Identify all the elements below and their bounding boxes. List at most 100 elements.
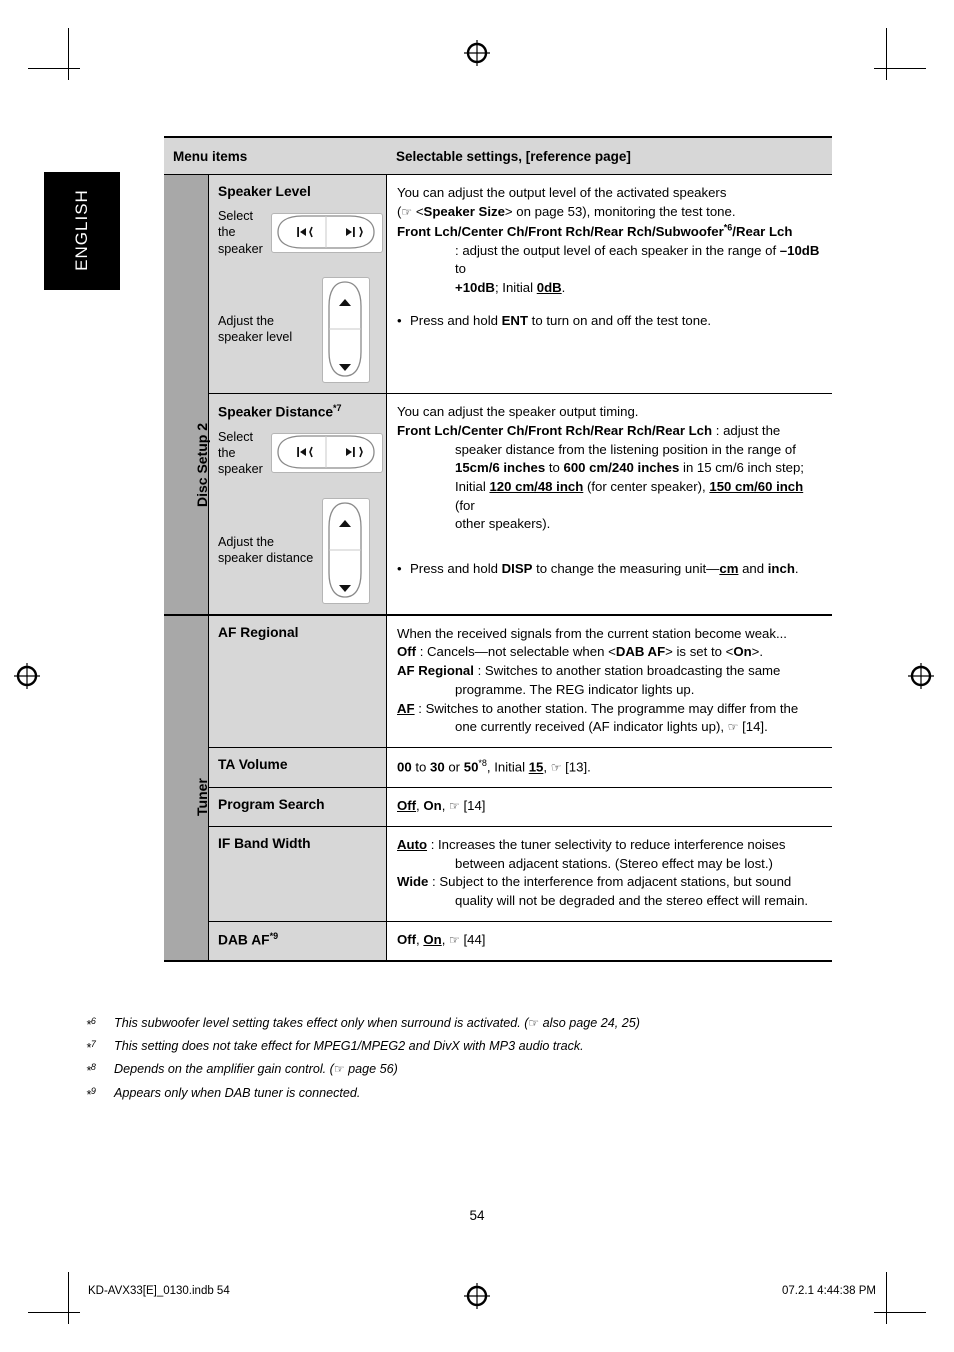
page-number: 54 [469, 1208, 485, 1223]
setting-line: Front Lch/Center Ch/Front Rch/Rear Rch/R… [397, 422, 781, 438]
crop-mark-bl-h [28, 1312, 80, 1313]
section-label-tuner-text: Tuner [194, 777, 210, 816]
setting-line: Auto : Increases the tuner selectivity t… [397, 837, 786, 853]
control-label: Select the speaker [218, 429, 263, 477]
crop-mark-tr-v [886, 28, 887, 80]
footer-timestamp: 07.2.1 4:44:38 PM [782, 1285, 876, 1297]
section-label-tuner: Tuner [164, 615, 210, 960]
registration-mark-top [464, 40, 490, 66]
registration-mark-right [908, 663, 934, 689]
section-tuner: Tuner AF Regional When the received sign… [164, 615, 832, 962]
bullet-dot: • [397, 561, 402, 577]
footer-file-info: KD-AVX33[E]_0130.indb 54 [88, 1285, 230, 1297]
menu-item-name: Program Search [218, 797, 325, 813]
setting-line: speaker distance from the listening posi… [455, 441, 796, 457]
setting-line: Off, On, ☞ [44] [397, 931, 486, 947]
note-bullet: • Press and hold DISP to change the meas… [397, 560, 826, 579]
crop-mark-br-h [874, 1312, 926, 1313]
footnotes: *6 This subwoofer level setting takes ef… [86, 1015, 846, 1108]
setting-line: 15cm/6 inches to 600 cm/240 inches in 15… [455, 460, 804, 476]
setting-line: AF Regional : Switches to another statio… [397, 663, 781, 679]
row-label-cell: DAB AF*9 [209, 921, 387, 960]
table-row-speaker-distance: Speaker Distance*7 Select the speaker Ad… [209, 394, 832, 614]
footnote-item: *7 This setting does not take effect for… [86, 1038, 846, 1057]
menu-item-name: DAB AF*9 [218, 930, 279, 948]
row-settings-cell: Auto : Increases the tuner selectivity t… [387, 827, 832, 921]
menu-item-name: AF Regional [218, 624, 299, 640]
row-settings-cell: You can adjust the speaker output timing… [387, 394, 832, 614]
left-right-rocker-icon[interactable] [270, 433, 383, 474]
setting-line: other speakers). [455, 516, 551, 532]
footnote-marker: *9 [86, 1085, 96, 1102]
crop-mark-bl-v [68, 1272, 69, 1324]
setting-line: Initial 120 cm/48 inch (for center speak… [455, 479, 804, 513]
setting-line: Off, On, ☞ [14] [397, 798, 486, 814]
section-label-disc-setup-2: Disc Setup 2 [164, 175, 210, 614]
row-label-cell: Speaker Level Select the speaker Adjust … [209, 175, 387, 394]
left-right-rocker-icon[interactable] [270, 212, 383, 253]
control-select-speaker: Select the speaker [218, 429, 383, 478]
control-label: Adjust the speaker distance [218, 534, 314, 566]
setting-line: : adjust the output level of each speake… [455, 242, 820, 277]
setting-line: 00 to 30 or 50*8, Initial 15, ☞ [13]. [397, 758, 591, 775]
section-label-disc-setup-2-text: Disc Setup 2 [194, 422, 210, 507]
row-settings-cell: 00 to 30 or 50*8, Initial 15, ☞ [13]. [387, 748, 832, 787]
row-settings-cell: When the received signals from the curre… [387, 616, 832, 747]
row-settings-cell: Off, On, ☞ [14] [387, 788, 832, 826]
setting-line: programme. The REG indicator lights up. [455, 681, 695, 697]
language-tab: ENGLISH [44, 172, 120, 290]
bullet-text: Press and hold DISP to change the measur… [410, 561, 799, 577]
crop-mark-tl-h [28, 68, 80, 69]
manual-page: ENGLISH Menu items Selectable settings, … [0, 0, 954, 1352]
table-row-if-band-width: IF Band Width Auto : Increases the tuner… [209, 827, 832, 922]
table-row-program-search: Program Search Off, On, ☞ [14] [209, 788, 832, 828]
section-disc-setup-2: Disc Setup 2 Speaker Level Select the sp… [164, 175, 832, 616]
setting-line: (☞ <Speaker Size> on page 53), monitorin… [397, 203, 736, 219]
setting-line: AF : Switches to another station. The pr… [397, 700, 799, 716]
table-row-ta-volume: TA Volume 00 to 30 or 50*8, Initial 15, … [209, 748, 832, 789]
up-down-rocker-icon[interactable] [322, 277, 370, 384]
table-header-menu-items: Menu items [173, 148, 248, 164]
setting-line: +10dB; Initial 0dB. [455, 280, 566, 296]
menu-item-name: IF Band Width [218, 836, 311, 852]
row-label-cell: AF Regional [209, 615, 387, 748]
footnote-text: This setting does not take effect for MP… [114, 1039, 584, 1054]
row-label-cell: Program Search [209, 788, 387, 827]
setting-line: When the received signals from the curre… [397, 625, 787, 641]
setting-line: You can adjust the output level of the a… [397, 185, 727, 200]
footnote-text: This subwoofer level setting takes effec… [114, 1016, 640, 1030]
setting-line: one currently received (AF indicator lig… [455, 719, 768, 735]
bullet-text: Press and hold ENT to turn on and off th… [410, 312, 712, 328]
setting-line: quality will not be degraded and the ste… [455, 893, 809, 909]
section-rows-tuner: AF Regional When the received signals fr… [209, 615, 832, 960]
footnote-marker: *7 [86, 1039, 96, 1056]
table-header-settings: Selectable settings, [reference page] [396, 148, 631, 164]
table-row-dab-af: DAB AF*9 Off, On, ☞ [44] [209, 921, 832, 960]
bullet-dot: • [397, 312, 402, 328]
footnote-item: *6 This subwoofer level setting takes ef… [86, 1015, 846, 1034]
setting-line: You can adjust the speaker output timing… [397, 404, 639, 420]
crop-mark-br-v [886, 1272, 887, 1324]
crop-mark-tl-v [68, 28, 69, 80]
control-adjust-speaker-distance: Adjust the speaker distance [218, 497, 378, 604]
up-down-rocker-icon[interactable] [322, 497, 370, 604]
footnote-marker: *8 [86, 1062, 96, 1079]
registration-mark-bottom [464, 1283, 490, 1309]
control-select-speaker: Select the speaker [218, 208, 383, 257]
row-settings-cell: You can adjust the output level of the a… [387, 175, 832, 393]
settings-table: Menu items Selectable settings, [referen… [164, 136, 832, 962]
footnote-text: Appears only when DAB tuner is connected… [114, 1085, 361, 1100]
footnote-text: Depends on the amplifier gain control. (… [114, 1062, 398, 1077]
row-label-cell: TA Volume [209, 748, 387, 788]
control-label: Select the speaker [218, 209, 263, 256]
menu-item-name: TA Volume [218, 757, 288, 773]
row-settings-cell: Off, On, ☞ [44] [387, 922, 832, 960]
footnote-item: *8 Depends on the amplifier gain control… [86, 1061, 846, 1080]
registration-mark-left [14, 663, 40, 689]
setting-line: Off : Cancels—not selectable when <DAB A… [397, 644, 764, 660]
row-label-cell: Speaker Distance*7 Select the speaker Ad… [209, 394, 387, 614]
table-row-speaker-level: Speaker Level Select the speaker Adjust … [209, 175, 832, 395]
section-rows-disc-setup-2: Speaker Level Select the speaker Adjust … [209, 175, 832, 614]
menu-item-name: Speaker Level [218, 184, 311, 199]
table-row-af-regional: AF Regional When the received signals fr… [209, 615, 832, 749]
